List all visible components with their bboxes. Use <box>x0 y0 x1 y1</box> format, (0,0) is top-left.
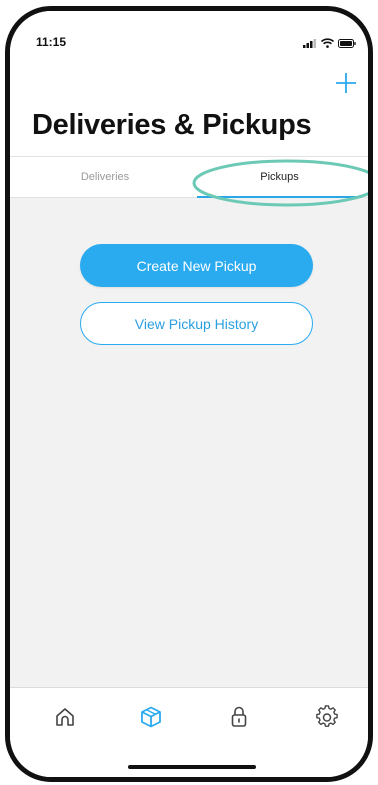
tab-selected-indicator <box>197 196 362 198</box>
package-icon <box>141 706 161 728</box>
home-indicator <box>128 765 256 769</box>
status-time: 11:15 <box>36 35 67 49</box>
gear-icon <box>316 705 338 727</box>
lock-icon <box>231 706 247 727</box>
status-bar: 11:15 <box>10 11 368 51</box>
nav-home[interactable] <box>50 702 80 732</box>
header-area: 11:15 Deliveries & Pickups Deliveries Pi… <box>10 11 368 198</box>
phone-frame: 11:15 Deliveries & Pickups Deliveries Pi… <box>5 6 373 782</box>
home-icon <box>56 708 74 726</box>
wifi-icon <box>320 35 335 53</box>
plus-icon <box>336 73 356 93</box>
page-title: Deliveries & Pickups <box>32 109 312 141</box>
tab-deliveries[interactable]: Deliveries <box>30 157 180 197</box>
battery-icon <box>338 35 356 53</box>
nav-packages[interactable] <box>136 702 166 732</box>
create-new-pickup-button[interactable]: Create New Pickup <box>80 244 313 287</box>
view-pickup-history-button[interactable]: View Pickup History <box>80 302 313 345</box>
tab-bar: Deliveries Pickups <box>10 156 368 198</box>
status-icons <box>303 35 356 53</box>
nav-settings[interactable] <box>312 702 342 732</box>
add-button[interactable] <box>332 69 360 97</box>
nav-lock[interactable] <box>224 702 254 732</box>
tab-pickups[interactable]: Pickups <box>197 157 362 197</box>
signal-icon <box>303 35 317 53</box>
bottom-nav <box>10 687 368 777</box>
